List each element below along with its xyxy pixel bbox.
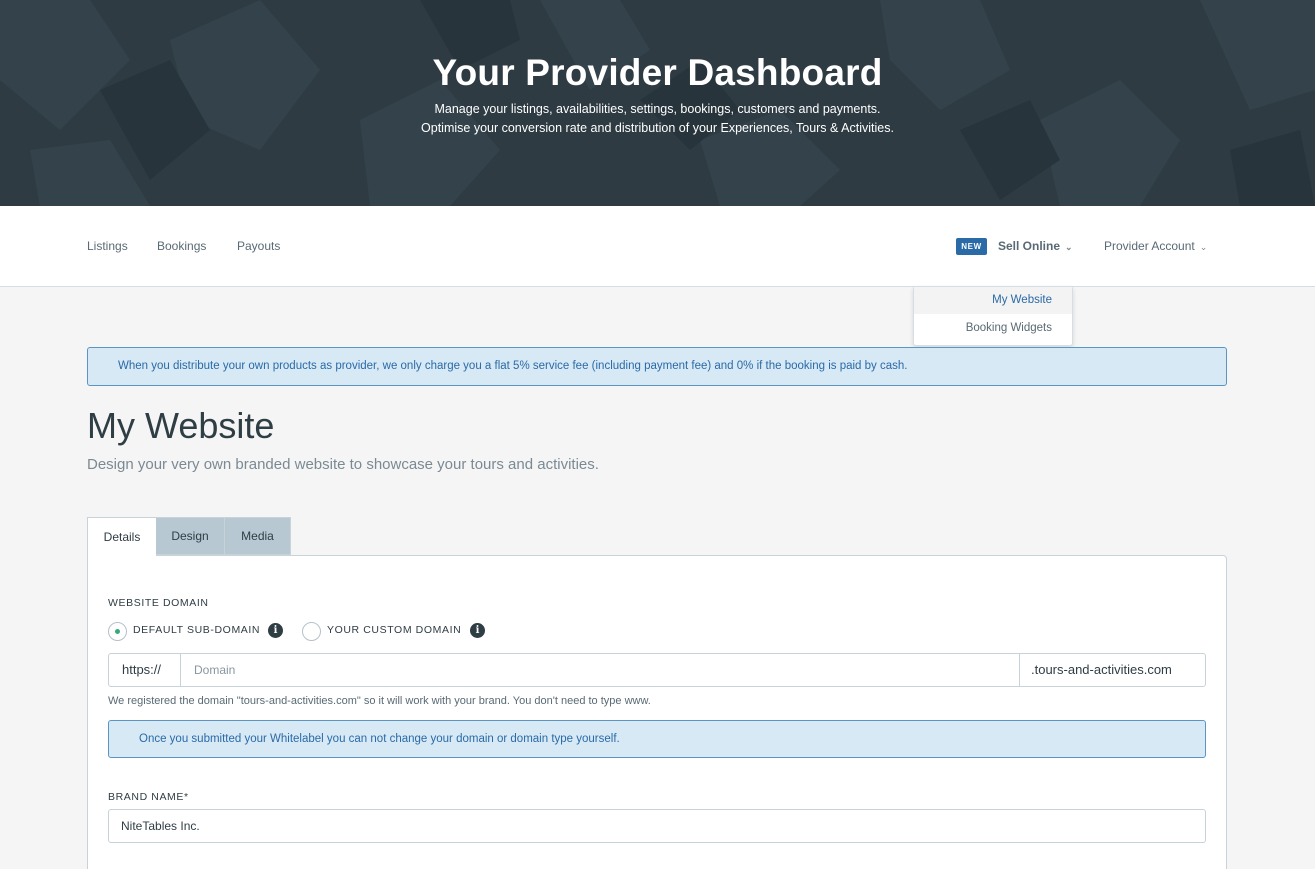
sell-online-label: Sell Online: [998, 239, 1061, 253]
domain-prefix: https://: [109, 654, 181, 686]
domain-input[interactable]: [182, 654, 1020, 686]
radio-selected-dot: [115, 629, 120, 634]
provider-account-menu[interactable]: Provider Account ⌄: [1104, 239, 1207, 253]
sell-online-dropdown: My Website Booking Widgets: [913, 286, 1073, 346]
website-domain-label: WEBSITE DOMAIN: [108, 597, 209, 609]
dropdown-item-booking-widgets[interactable]: Booking Widgets: [914, 315, 1072, 342]
nav-bookings[interactable]: Bookings: [157, 239, 206, 253]
tab-media[interactable]: Media: [224, 517, 291, 555]
chevron-down-icon: ⌄: [1065, 242, 1073, 252]
domain-lock-notice: Once you submitted your Whitelabel you c…: [108, 720, 1206, 758]
default-subdomain-radio[interactable]: [108, 622, 127, 641]
nav-listings[interactable]: Listings: [87, 239, 128, 253]
hero-banner: Your Provider Dashboard Manage your list…: [0, 0, 1315, 206]
info-icon[interactable]: i: [268, 623, 283, 638]
default-subdomain-label[interactable]: DEFAULT SUB-DOMAIN: [133, 624, 260, 636]
hero-subtitle: Manage your listings, availabilities, se…: [434, 102, 881, 116]
domain-help-text: We registered the domain "tours-and-acti…: [108, 695, 651, 707]
brand-name-input[interactable]: [108, 809, 1206, 843]
page-subtitle: Design your very own branded website to …: [87, 456, 599, 473]
hero-subtitle: Optimise your conversion rate and distri…: [421, 121, 894, 135]
dropdown-item-my-website[interactable]: My Website: [914, 287, 1072, 314]
chevron-down-icon: ⌄: [1199, 242, 1208, 252]
service-fee-notice: When you distribute your own products as…: [87, 347, 1227, 386]
page-title: My Website: [87, 405, 275, 446]
custom-domain-label[interactable]: YOUR CUSTOM DOMAIN: [327, 624, 461, 636]
custom-domain-radio[interactable]: [302, 622, 321, 641]
provider-account-label: Provider Account: [1104, 239, 1195, 253]
hero-title: Your Provider Dashboard: [432, 52, 883, 93]
sell-online-menu[interactable]: Sell Online ⌄: [998, 239, 1073, 253]
info-icon[interactable]: i: [470, 623, 485, 638]
domain-input-group: https:// .tours-and-activities.com: [108, 653, 1206, 687]
tab-design[interactable]: Design: [155, 517, 225, 555]
tab-details[interactable]: Details: [87, 517, 156, 556]
new-badge: NEW: [956, 238, 987, 255]
brand-name-label: BRAND NAME*: [108, 791, 189, 803]
nav-payouts[interactable]: Payouts: [237, 239, 280, 253]
domain-suffix: .tours-and-activities.com: [1019, 654, 1205, 686]
